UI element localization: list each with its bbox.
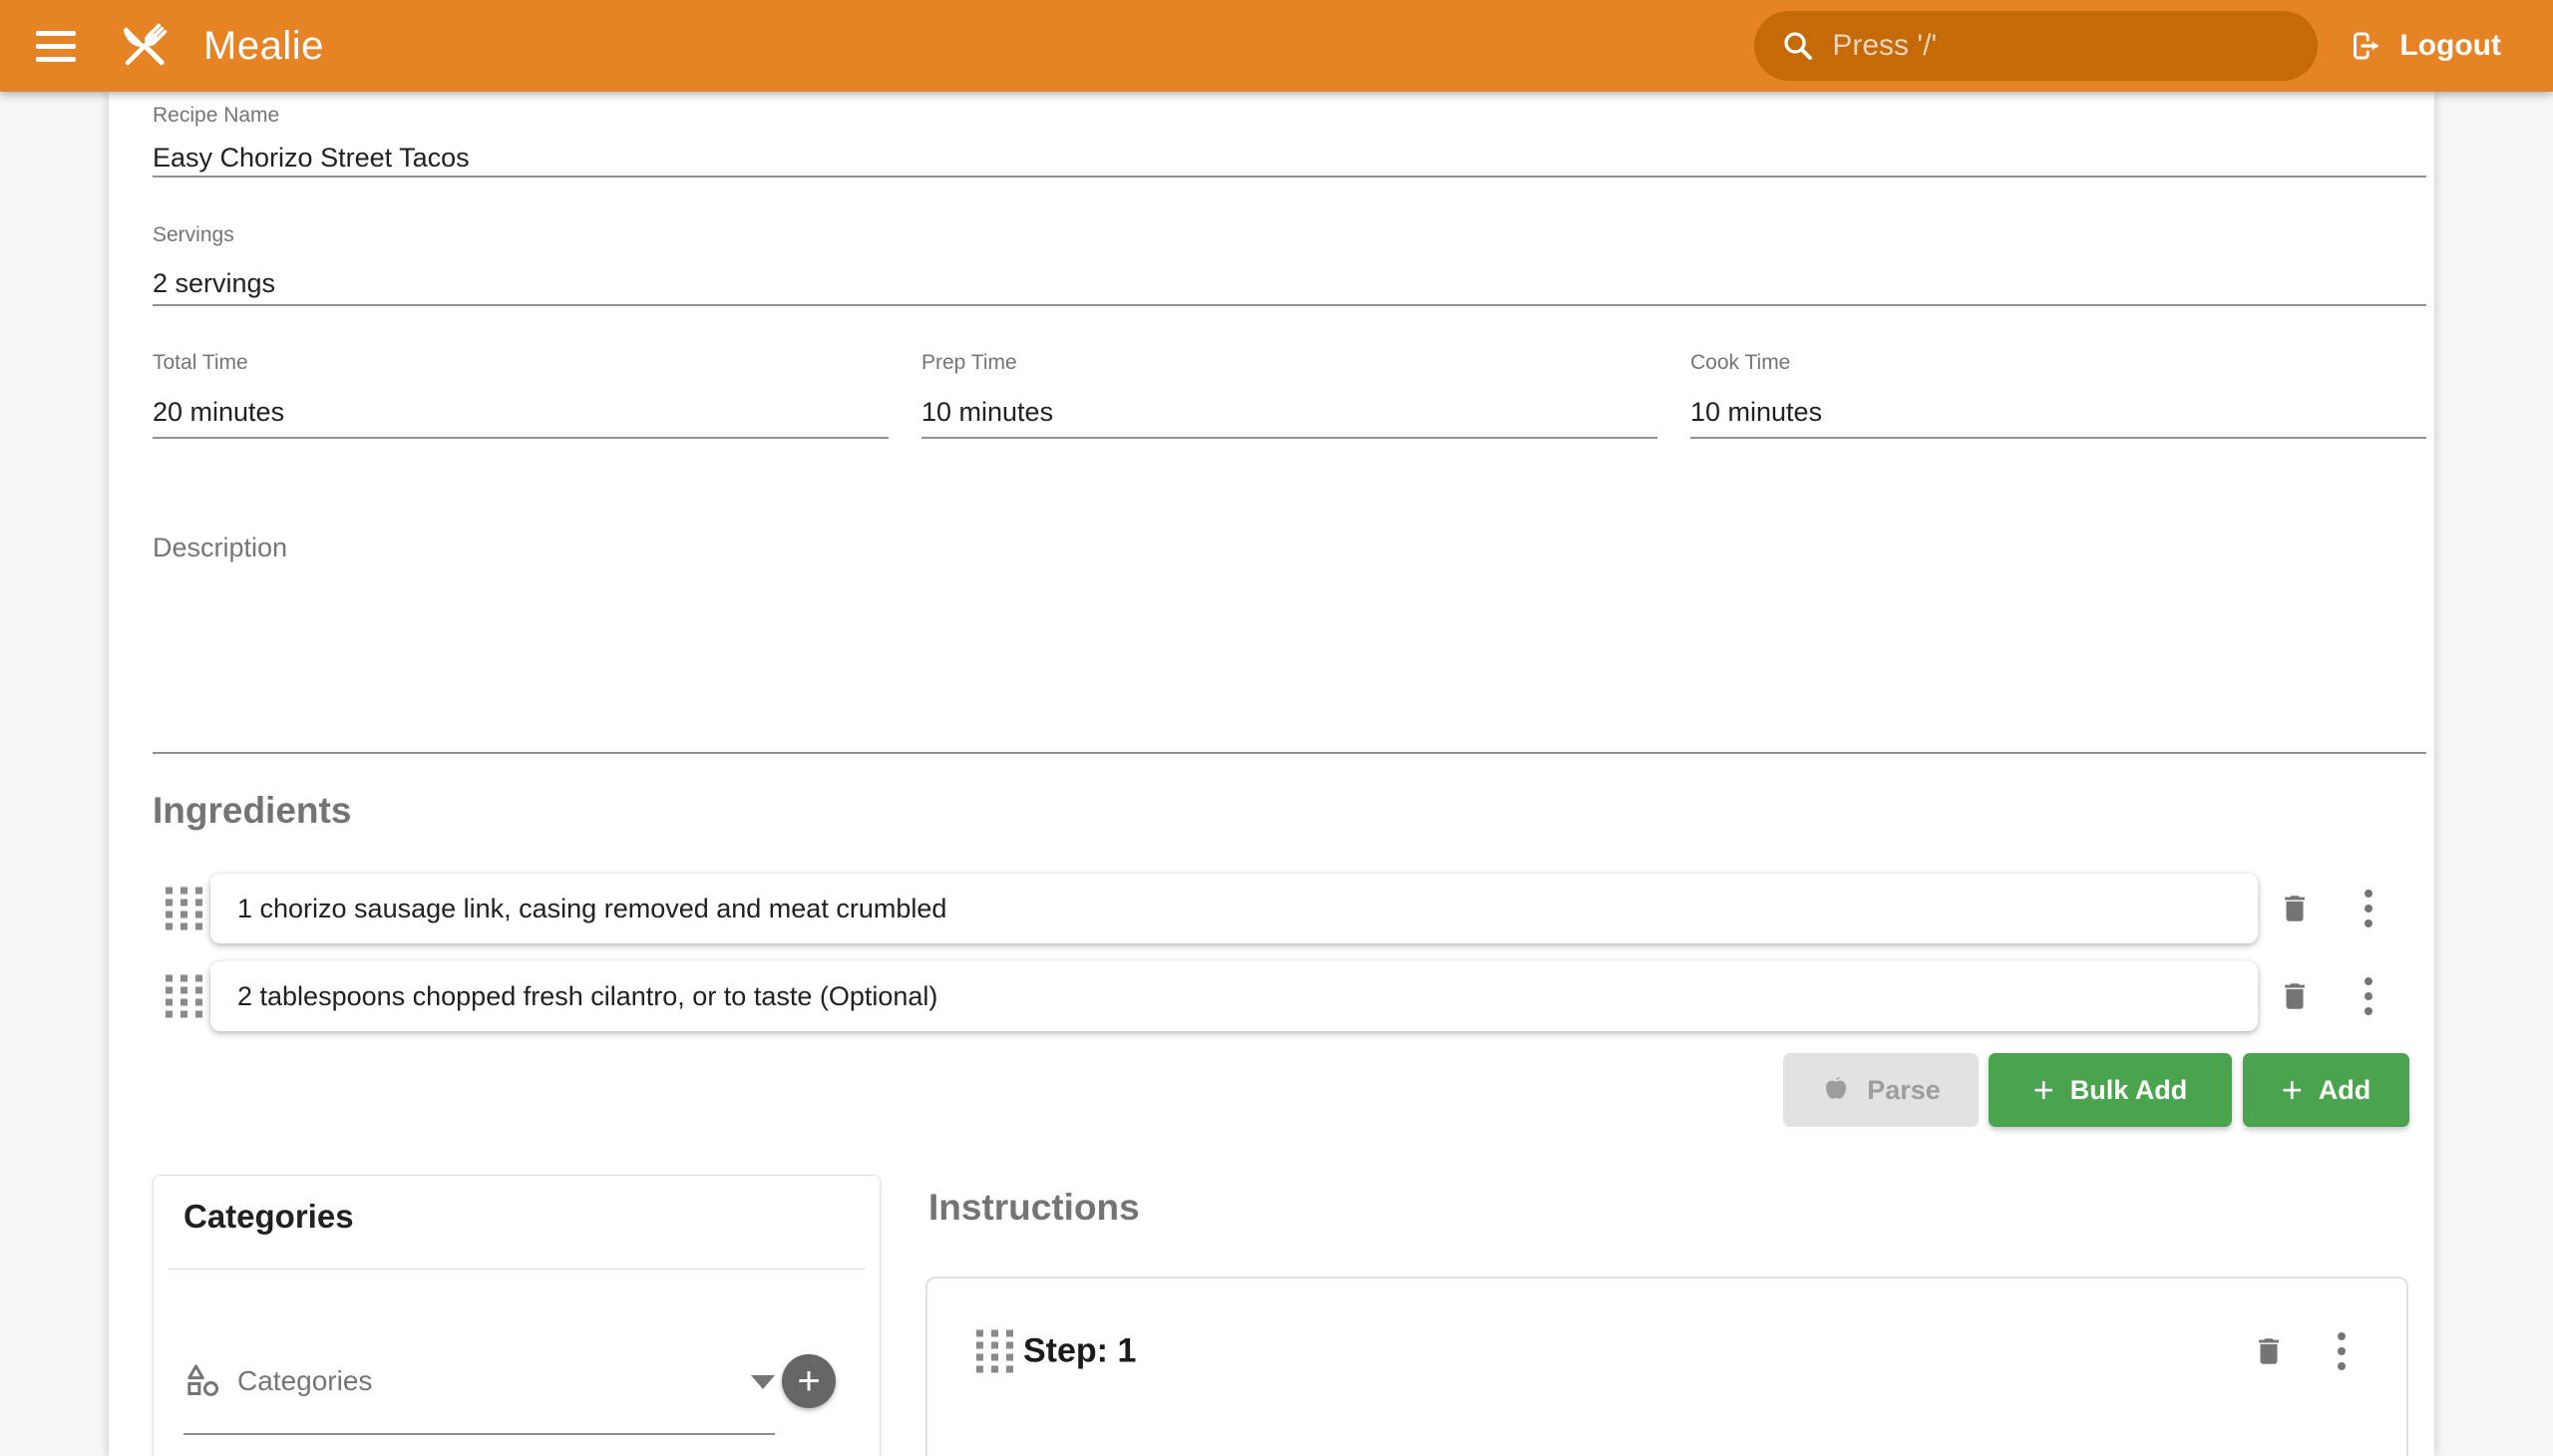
cook-time-label: Cook Time bbox=[1690, 351, 2426, 375]
trash-icon bbox=[2278, 892, 2312, 925]
categories-card: Categories Categories + bbox=[153, 1175, 881, 1456]
bulk-add-label: Bulk Add bbox=[2070, 1075, 2188, 1106]
recipe-name-label: Recipe Name bbox=[153, 104, 2426, 128]
search-input[interactable]: Press '/' bbox=[1754, 11, 2318, 81]
cook-time-input[interactable]: 10 minutes bbox=[1690, 394, 2426, 430]
mealie-logo-icon bbox=[114, 15, 176, 77]
add-label: Add bbox=[2319, 1075, 2371, 1106]
trash-icon bbox=[2278, 979, 2312, 1013]
recipe-name-input[interactable]: Easy Chorizo Street Tacos bbox=[153, 140, 2426, 176]
ingredient-menu-button[interactable] bbox=[2365, 890, 2372, 927]
drag-handle-icon[interactable] bbox=[166, 975, 202, 1018]
logout-icon bbox=[2348, 28, 2383, 64]
step-header: Step: 1 bbox=[927, 1318, 2406, 1384]
app-title: Mealie bbox=[203, 24, 324, 69]
step-title: Step: 1 bbox=[1023, 1332, 1136, 1371]
plus-icon: + bbox=[2033, 1072, 2054, 1108]
categories-title: Categories bbox=[183, 1198, 354, 1236]
logout-button[interactable]: Logout bbox=[2348, 28, 2501, 64]
total-time-input[interactable]: 20 minutes bbox=[153, 394, 889, 430]
delete-ingredient-button[interactable] bbox=[2278, 979, 2312, 1013]
add-button[interactable]: + Add bbox=[2243, 1053, 2409, 1127]
select-underline bbox=[183, 1433, 775, 1435]
recipe-editor-card: Recipe Name Easy Chorizo Street Tacos Se… bbox=[109, 92, 2434, 1456]
search-icon bbox=[1780, 28, 1816, 64]
delete-ingredient-button[interactable] bbox=[2278, 892, 2312, 925]
ingredient-input[interactable]: 1 chorizo sausage link, casing removed a… bbox=[210, 874, 2258, 943]
ingredient-menu-button[interactable] bbox=[2365, 977, 2372, 1015]
instruction-step-card: Step: 1 Combine crumbled chorizo and chi… bbox=[925, 1276, 2408, 1456]
bulk-add-button[interactable]: + Bulk Add bbox=[1989, 1053, 2232, 1127]
categories-select-placeholder: Categories bbox=[237, 1365, 372, 1397]
cook-time-field: Cook Time 10 minutes bbox=[1690, 351, 2426, 439]
plus-icon: + bbox=[797, 1359, 820, 1404]
times-row: Total Time 20 minutes Prep Time 10 minut… bbox=[153, 351, 2426, 439]
kebab-icon bbox=[2365, 890, 2372, 927]
drag-handle-icon[interactable] bbox=[166, 888, 202, 930]
description-textarea[interactable] bbox=[153, 752, 2426, 754]
parse-label: Parse bbox=[1867, 1075, 1941, 1106]
divider bbox=[168, 1269, 866, 1270]
description-label: Description bbox=[153, 533, 287, 563]
instructions-heading: Instructions bbox=[928, 1187, 1140, 1229]
recipe-name-field: Recipe Name Easy Chorizo Street Tacos bbox=[153, 104, 2426, 178]
plus-icon: + bbox=[2282, 1072, 2303, 1108]
prep-time-input[interactable]: 10 minutes bbox=[921, 394, 1657, 430]
chevron-down-icon bbox=[751, 1375, 775, 1389]
parse-button[interactable]: Parse bbox=[1783, 1053, 1979, 1127]
kebab-icon bbox=[2338, 1332, 2346, 1370]
ingredient-row: 1 chorizo sausage link, casing removed a… bbox=[109, 874, 2434, 943]
total-time-label: Total Time bbox=[153, 351, 889, 375]
ingredient-row: 2 tablespoons chopped fresh cilantro, or… bbox=[109, 961, 2434, 1031]
app-header: Mealie Press '/' Logout bbox=[0, 0, 2553, 92]
add-category-button[interactable]: + bbox=[782, 1354, 836, 1408]
delete-step-button[interactable] bbox=[2252, 1334, 2286, 1368]
total-time-field: Total Time 20 minutes bbox=[153, 351, 889, 439]
categories-select[interactable]: Categories bbox=[183, 1353, 775, 1409]
trash-icon bbox=[2252, 1334, 2286, 1368]
ingredient-actions: Parse + Bulk Add + Add bbox=[109, 1053, 2434, 1127]
servings-field: Servings 2 servings bbox=[153, 223, 2426, 306]
kebab-icon bbox=[2365, 977, 2372, 1015]
logout-label: Logout bbox=[2399, 29, 2501, 63]
apple-icon bbox=[1821, 1075, 1851, 1105]
hamburger-menu-icon[interactable] bbox=[26, 16, 86, 76]
prep-time-label: Prep Time bbox=[921, 351, 1657, 375]
servings-input[interactable]: 2 servings bbox=[153, 265, 2426, 301]
shapes-icon bbox=[183, 1361, 223, 1401]
step-menu-button[interactable] bbox=[2338, 1332, 2346, 1370]
ingredient-input[interactable]: 2 tablespoons chopped fresh cilantro, or… bbox=[210, 961, 2258, 1031]
search-placeholder: Press '/' bbox=[1832, 29, 1937, 63]
drag-handle-icon[interactable] bbox=[976, 1330, 1013, 1373]
servings-label: Servings bbox=[153, 223, 2426, 247]
prep-time-field: Prep Time 10 minutes bbox=[921, 351, 1657, 439]
ingredients-heading: Ingredients bbox=[153, 790, 351, 832]
